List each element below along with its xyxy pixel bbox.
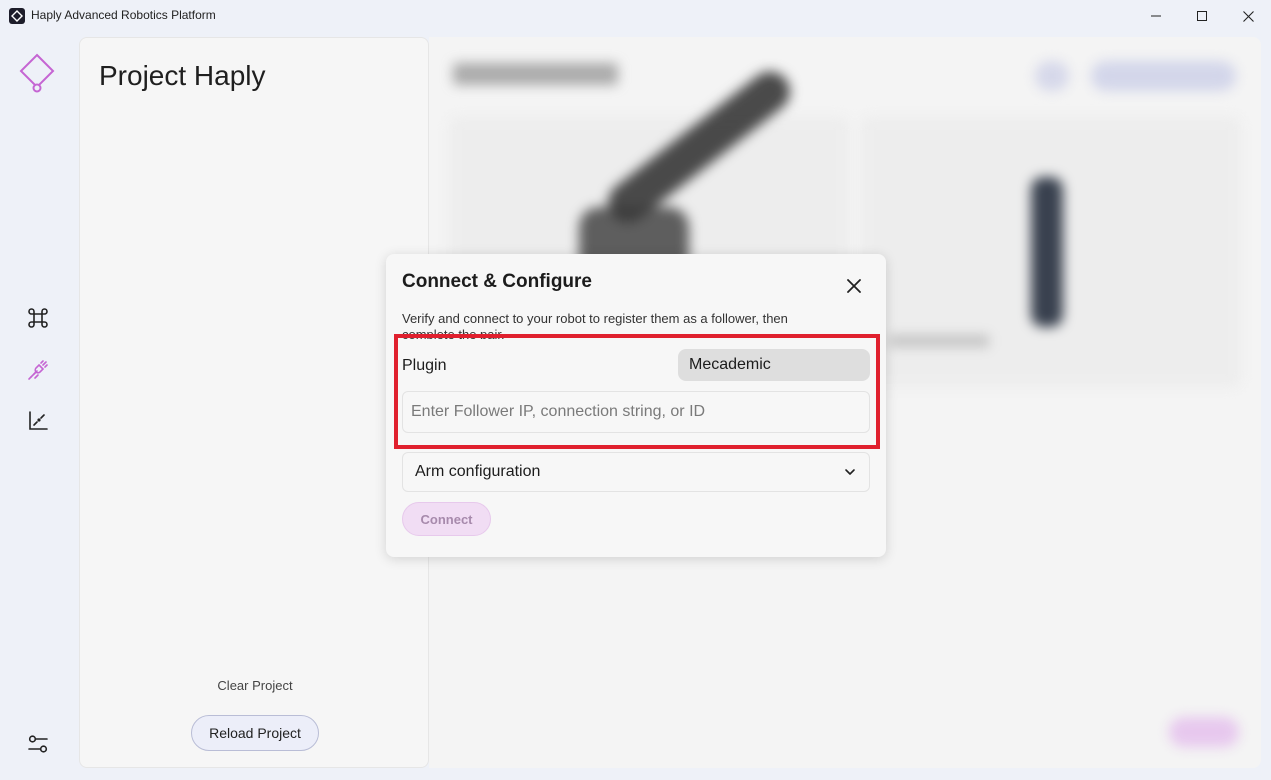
close-window-button[interactable]: [1225, 0, 1271, 32]
dialog-title: Connect & Configure: [402, 271, 592, 292]
close-icon: [1242, 10, 1254, 22]
blurred-heading: [453, 63, 618, 85]
chart-icon[interactable]: [22, 405, 54, 437]
settings-sliders-icon[interactable]: [22, 728, 54, 760]
arm-configuration-label: Arm configuration: [415, 463, 541, 480]
plugin-label: Plugin: [402, 357, 447, 374]
project-panel: Project Haply Clear Project Reload Proje…: [79, 37, 429, 768]
haply-logo-icon[interactable]: [17, 52, 57, 94]
minimize-icon: [1151, 15, 1161, 17]
blurred-action-button: [1091, 61, 1236, 91]
close-icon: [847, 279, 861, 293]
plugin-select[interactable]: Mecademic: [678, 349, 870, 381]
blurred-device-tower: [1031, 177, 1063, 327]
follower-connection-input[interactable]: [402, 391, 870, 433]
clear-project-link[interactable]: Clear Project: [80, 678, 430, 693]
window-title: Haply Advanced Robotics Platform: [31, 8, 216, 22]
connect-button[interactable]: Connect: [402, 502, 491, 536]
dialog-close-button[interactable]: [844, 276, 864, 296]
maximize-icon: [1197, 11, 1207, 21]
reload-project-button[interactable]: Reload Project: [191, 715, 319, 751]
plugin-row: Plugin Mecademic: [402, 348, 870, 382]
blurred-icon-button: [1035, 61, 1069, 91]
connect-configure-dialog: Connect & Configure Verify and connect t…: [386, 254, 886, 557]
maximize-button[interactable]: [1179, 0, 1225, 32]
nav-rail: [0, 32, 75, 780]
plug-icon[interactable]: [22, 354, 54, 386]
blurred-card-text: [889, 335, 989, 347]
chevron-down-icon: [845, 469, 855, 475]
haply-app-icon: [9, 8, 25, 24]
blurred-primary-button: [1169, 717, 1239, 747]
dialog-description: Verify and connect to your robot to regi…: [402, 311, 788, 339]
arm-configuration-dropdown[interactable]: Arm configuration: [402, 452, 870, 492]
project-title: Project Haply: [99, 60, 266, 91]
minimize-button[interactable]: [1133, 0, 1179, 32]
command-icon[interactable]: [22, 302, 54, 334]
title-bar: Haply Advanced Robotics Platform: [0, 0, 1271, 32]
